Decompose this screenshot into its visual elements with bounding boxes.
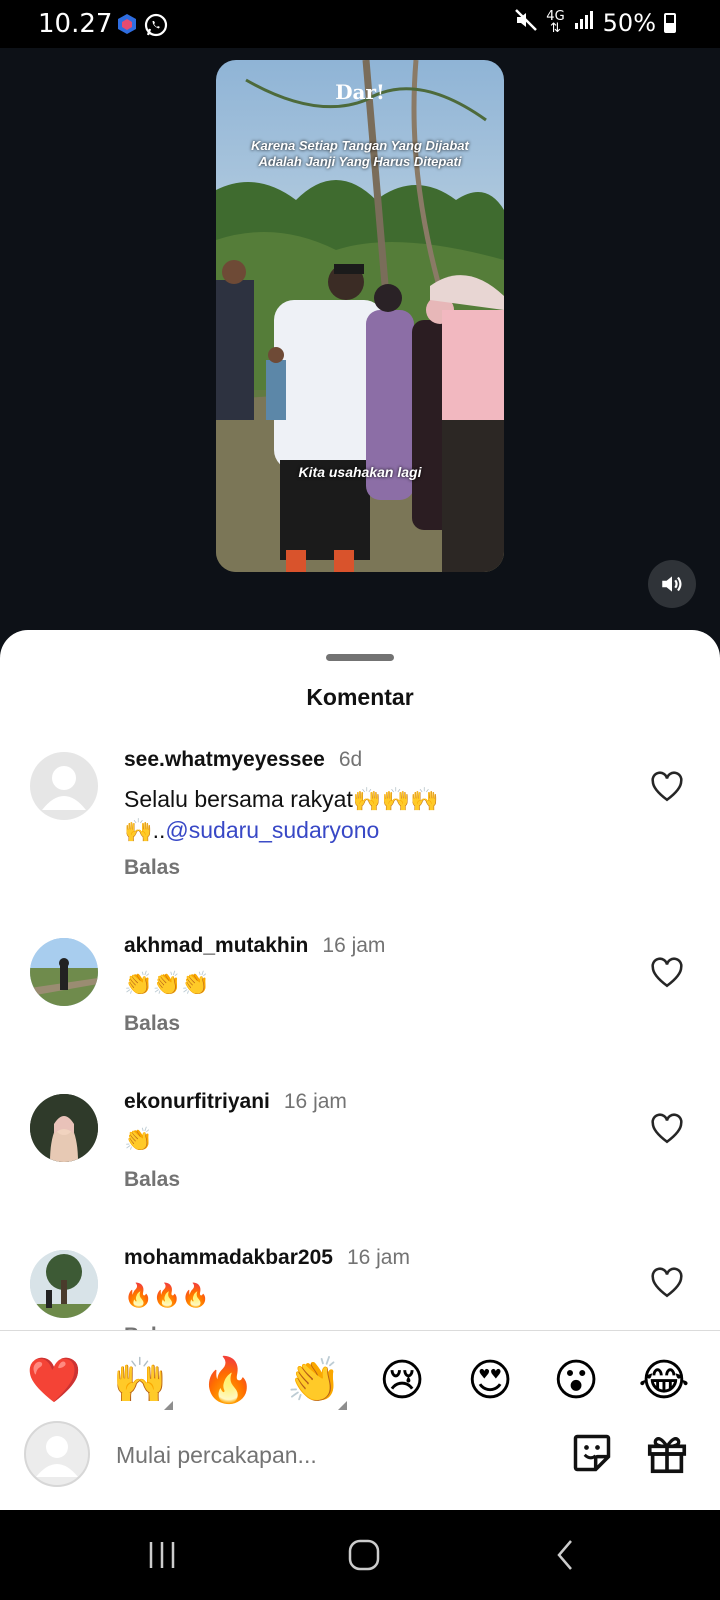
home-icon (348, 1539, 380, 1571)
drag-handle[interactable] (326, 654, 394, 661)
comment-text: 👏 (124, 1126, 153, 1152)
video-subtitle: Kita usahakan lagi (298, 464, 422, 480)
comment-text: 👏👏👏 (124, 970, 210, 996)
emoji-heart-eyes-button[interactable]: 😍 (460, 1351, 520, 1411)
battery-icon (664, 13, 676, 33)
sticker-icon[interactable] (570, 1431, 614, 1475)
avatar[interactable] (30, 752, 98, 820)
video-area: Dar! Karena Setiap Tangan Yang Dijabat A… (0, 48, 720, 648)
comment-text: 🔥🔥🔥 (124, 1282, 210, 1308)
heart-icon[interactable] (650, 956, 684, 990)
comment-text: Selalu bersama rakyat🙌🙌🙌🙌..@sudaru_sudar… (124, 786, 439, 843)
gift-icon[interactable] (644, 1431, 690, 1477)
heart-icon[interactable] (650, 1266, 684, 1300)
back-icon (557, 1540, 572, 1570)
sound-toggle-button[interactable] (648, 560, 696, 608)
reply-button[interactable]: Balas (124, 1012, 180, 1036)
video-caption: Karena Setiap Tangan Yang Dijabat Adalah… (251, 138, 469, 169)
mute-icon (514, 8, 538, 38)
status-bar: 10.27 4G ⇅ 50% (0, 0, 720, 48)
sheet-title: Komentar (306, 684, 414, 710)
battery-level: 50% (602, 9, 656, 37)
emoji-crying-button[interactable]: 😢 (372, 1351, 432, 1411)
system-nav-bar (0, 1510, 720, 1600)
avatar (24, 1421, 90, 1487)
emoji-variant-indicator (164, 1401, 173, 1410)
mention-link[interactable]: @sudaru_sudaryono (165, 817, 379, 843)
emoji-laughing-button[interactable]: 😂 (634, 1351, 694, 1411)
app-notification-icon (116, 13, 138, 35)
status-indicators: 4G ⇅ 50% (514, 8, 676, 38)
comment-time: 6d (338, 748, 363, 771)
video-scene-image (216, 60, 504, 572)
signal-icon (573, 9, 595, 37)
quick-emoji-row: ❤️ 🙌 🔥 👏 😢 😍 😮 😂 (0, 1351, 720, 1411)
avatar[interactable] (30, 938, 98, 1006)
recent-apps-icon (149, 1542, 175, 1568)
home-button[interactable] (334, 1530, 394, 1580)
comment-input[interactable] (116, 1435, 536, 1475)
comment-username[interactable]: ekonurfitriyani 16 jam (124, 1090, 347, 1114)
back-button[interactable] (536, 1530, 596, 1580)
emoji-variant-indicator (338, 1401, 347, 1410)
whatsapp-icon (144, 13, 168, 37)
status-time: 10.27 (38, 9, 113, 39)
reply-button[interactable]: Balas (124, 1168, 180, 1192)
reel-video[interactable]: Dar! Karena Setiap Tangan Yang Dijabat A… (216, 60, 504, 572)
comment-composer: ❤️ 🙌 🔥 👏 😢 😍 😮 😂 (0, 1330, 720, 1510)
comment-username[interactable]: see.whatmyeyessee 6d (124, 748, 362, 772)
network-4g-icon: 4G ⇅ (546, 9, 565, 36)
emoji-heart-button[interactable]: ❤️ (24, 1351, 84, 1411)
emoji-fire-button[interactable]: 🔥 (198, 1351, 258, 1411)
comment-time: 16 jam (283, 1090, 347, 1113)
comment-username[interactable]: mohammadakbar205 16 jam (124, 1246, 410, 1270)
comment-username[interactable]: akhmad_mutakhin 16 jam (124, 934, 385, 958)
reply-button[interactable]: Balas (124, 856, 180, 880)
emoji-surprised-button[interactable]: 😮 (546, 1351, 606, 1411)
recent-apps-button[interactable] (132, 1530, 192, 1580)
emoji-raising-hands-button[interactable]: 🙌 (110, 1351, 170, 1411)
comment-time: 16 jam (346, 1246, 410, 1269)
avatar[interactable] (30, 1094, 98, 1162)
heart-icon[interactable] (650, 1112, 684, 1146)
comment-time: 16 jam (322, 934, 386, 957)
video-brand: Dar! (335, 80, 385, 104)
speaker-on-icon (662, 576, 682, 592)
emoji-clap-button[interactable]: 👏 (284, 1351, 344, 1411)
avatar[interactable] (30, 1250, 98, 1318)
heart-icon[interactable] (650, 770, 684, 804)
